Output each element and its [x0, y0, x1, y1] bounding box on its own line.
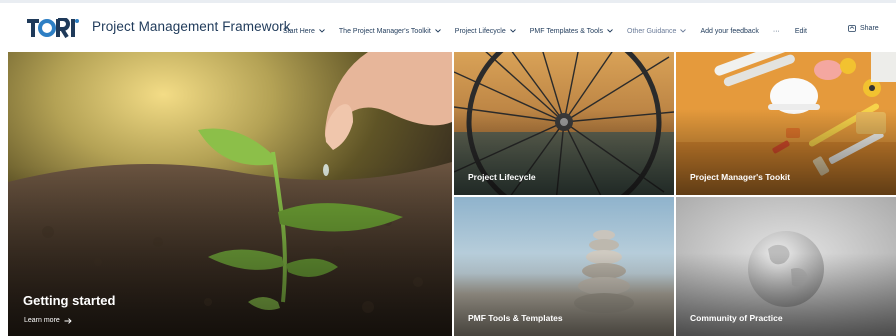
share-icon	[848, 25, 856, 32]
chevron-down-icon	[319, 29, 325, 33]
nav-start-here[interactable]: Start Here	[283, 28, 325, 35]
tile-title: Community of Practice	[690, 313, 783, 323]
image-shade-overlay	[8, 165, 452, 336]
image-shade-overlay	[676, 252, 896, 336]
nav-label: Add your feedback	[700, 27, 759, 35]
nav-label: Other Guidance	[627, 27, 677, 35]
tile-project-managers-toolkit[interactable]: Project Manager's Tookit	[676, 52, 896, 195]
nav-project-managers-toolkit[interactable]: The Project Manager's Toolkit	[339, 28, 441, 35]
tori-logo-mark	[27, 18, 79, 38]
chevron-down-icon	[434, 29, 441, 33]
tile-community-of-practice[interactable]: Community of Practice	[676, 197, 896, 336]
chevron-down-icon	[509, 29, 516, 33]
image-shade-overlay	[454, 109, 674, 195]
site-header: Project Management Framework Start Here …	[0, 0, 896, 52]
arrow-right-icon	[64, 317, 72, 324]
tile-project-lifecycle[interactable]: Project Lifecycle	[454, 52, 674, 195]
tile-pmf-tools-templates[interactable]: PMF Tools & Templates	[454, 197, 674, 336]
top-navigation: Start Here The Project Manager's Toolkit…	[283, 24, 807, 38]
share-label: Share	[860, 24, 879, 32]
learn-more-label: Learn more	[24, 317, 60, 324]
tori-logo[interactable]	[27, 16, 79, 40]
nav-add-feedback[interactable]: Add your feedback	[700, 28, 758, 35]
nav-label: Project Lifecycle	[454, 27, 506, 35]
nav-project-lifecycle[interactable]: Project Lifecycle	[455, 28, 516, 35]
nav-more-button[interactable]: ···	[773, 28, 780, 35]
nav-label: The Project Manager's Toolkit	[338, 27, 431, 35]
image-shade-overlay	[676, 109, 896, 195]
image-shade-overlay	[454, 252, 674, 336]
nav-label: Edit	[794, 27, 807, 35]
share-button[interactable]: Share	[848, 24, 879, 32]
chevron-down-icon	[680, 29, 687, 33]
tile-title: Project Manager's Tookit	[690, 172, 791, 182]
nav-label: PMF Templates & Tools	[529, 27, 604, 35]
site-title[interactable]: Project Management Framework	[92, 19, 291, 34]
nav-pmf-templates-tools[interactable]: PMF Templates & Tools	[530, 28, 613, 35]
nav-label: Start Here	[283, 27, 315, 35]
learn-more-link[interactable]: Learn more	[24, 317, 72, 324]
getting-started-title[interactable]: Getting started	[23, 293, 115, 308]
tile-title: Project Lifecycle	[468, 172, 536, 182]
chevron-down-icon	[607, 29, 613, 33]
nav-edit-link[interactable]: Edit	[795, 28, 807, 35]
tile-title: PMF Tools & Templates	[468, 313, 563, 323]
nav-other-guidance[interactable]: Other Guidance	[627, 27, 687, 35]
more-icon: ···	[772, 27, 780, 35]
